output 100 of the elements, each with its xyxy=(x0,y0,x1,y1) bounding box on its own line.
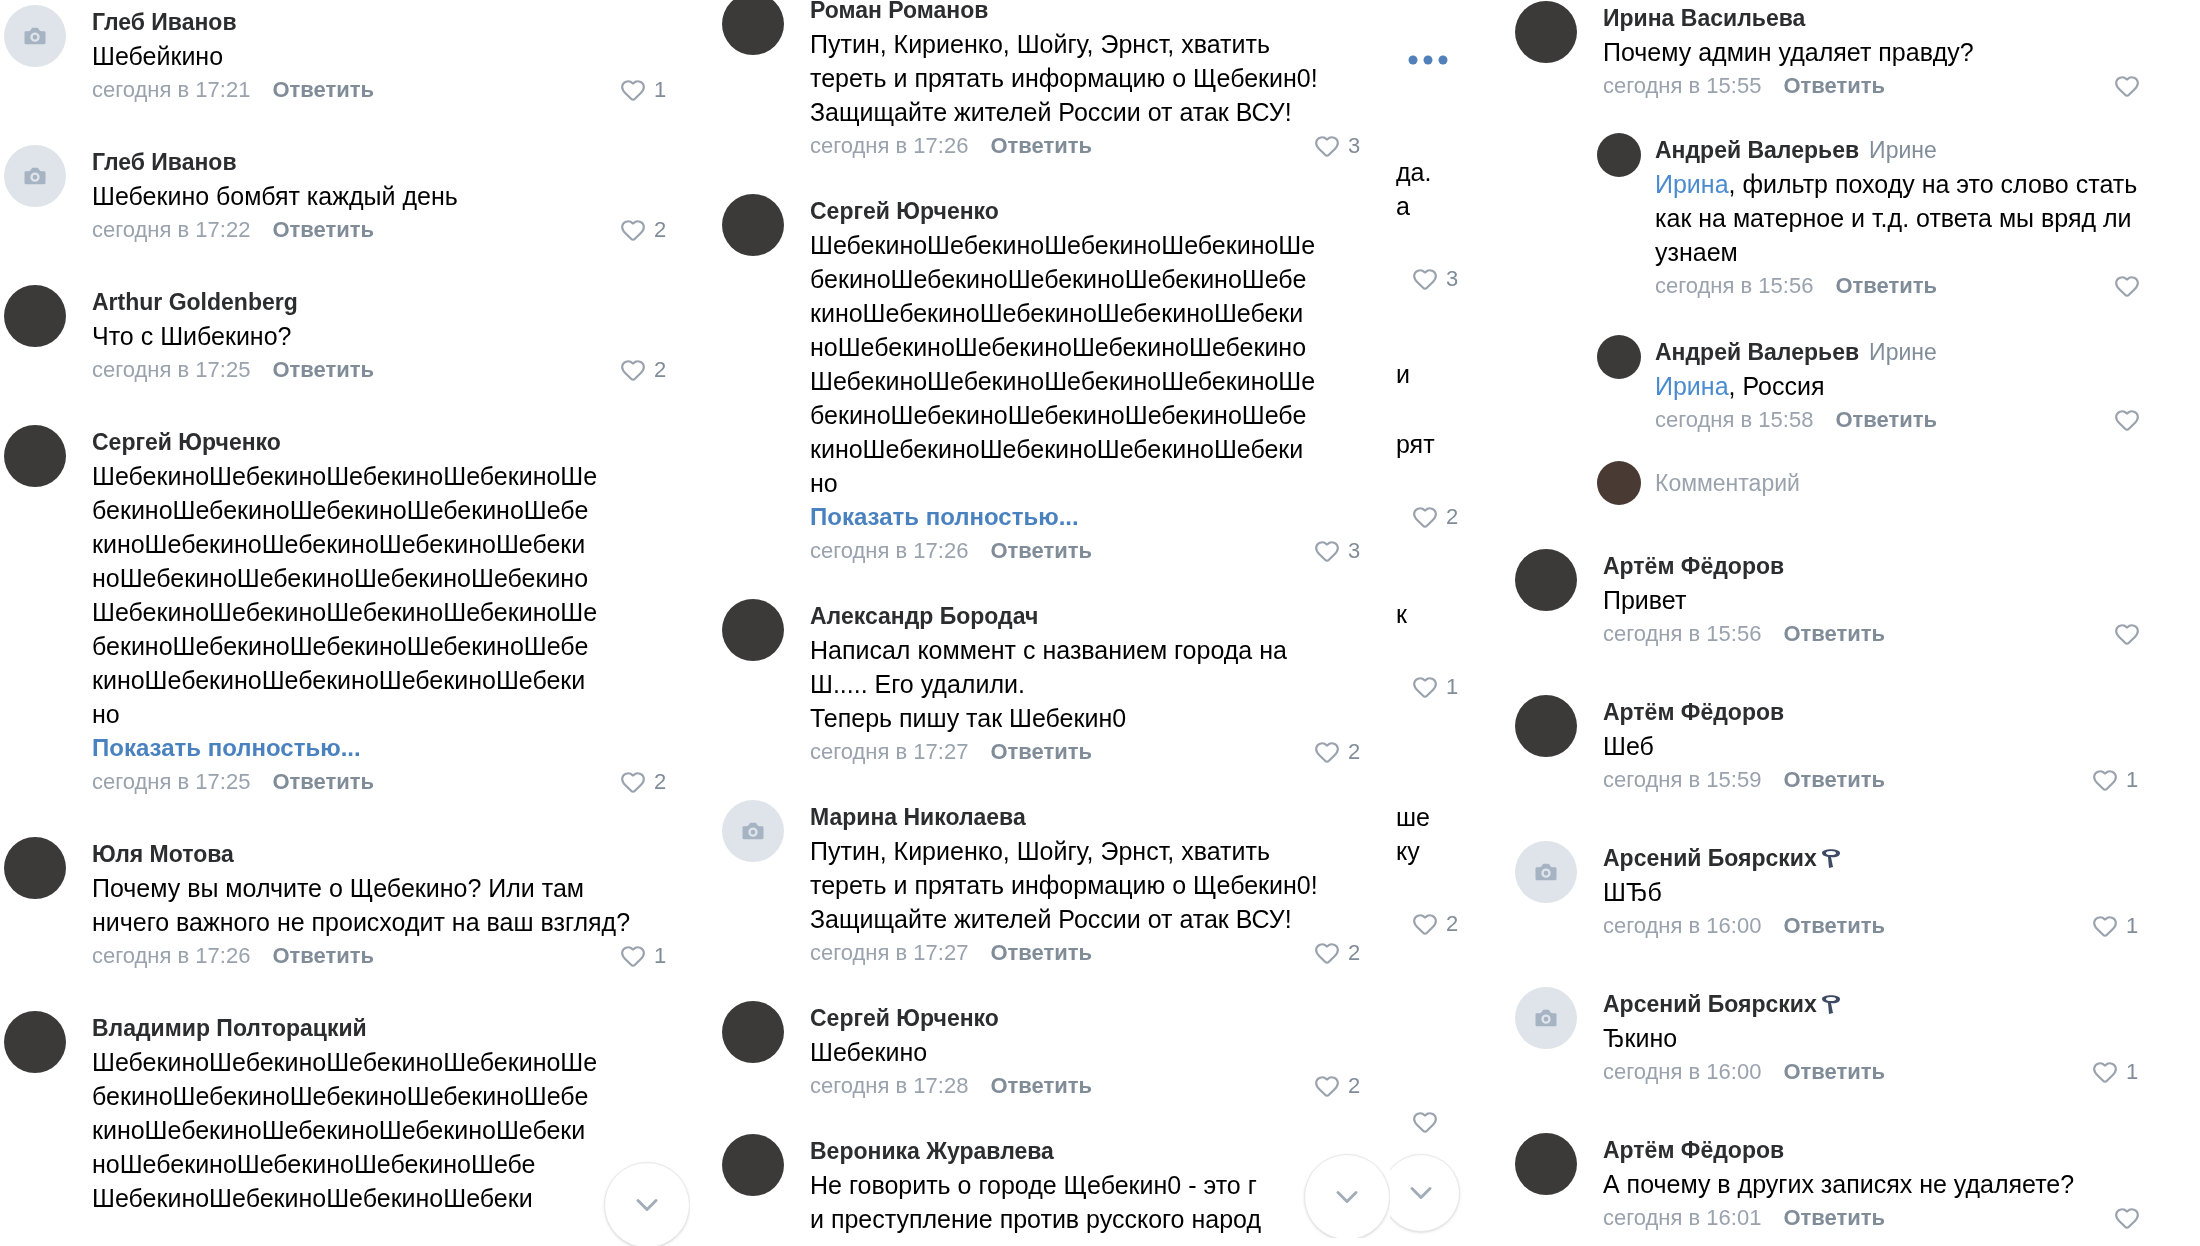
reply-button[interactable]: Ответить xyxy=(1783,1201,1886,1235)
reply-button[interactable]: Ответить xyxy=(1783,69,1886,103)
comment-author[interactable]: Александр Бородач xyxy=(810,599,1039,633)
comment-text: Шебекино бомбят каждый день xyxy=(92,181,458,212)
comment-author[interactable]: Роман Романов xyxy=(810,0,989,27)
like-icon[interactable] xyxy=(1314,940,1340,966)
like-icon[interactable] xyxy=(2114,407,2140,433)
comment-time: сегодня в 17:26 xyxy=(810,132,969,160)
comment-author[interactable]: Андрей Валерьев xyxy=(1655,335,1860,369)
like-icon[interactable] xyxy=(620,769,646,795)
comment-author[interactable]: Глеб Иванов xyxy=(92,145,237,179)
avatar-photo xyxy=(1597,133,1641,177)
like-icon[interactable] xyxy=(2114,73,2140,99)
like-icon[interactable] xyxy=(2092,913,2118,939)
reply-button[interactable]: Ответить xyxy=(1835,269,1938,303)
cut-text-fragment: к xyxy=(1396,599,1407,630)
comment-author[interactable]: Марина Николаева xyxy=(810,800,1026,834)
reply-button[interactable]: Ответить xyxy=(272,939,375,973)
comment-author[interactable]: Сергей Юрченко xyxy=(810,194,999,228)
like-icon[interactable] xyxy=(1314,538,1340,564)
reply-button[interactable]: Ответить xyxy=(272,73,375,107)
comment-input[interactable]: Комментарий xyxy=(1655,465,2140,501)
comment-author[interactable]: Владимир Полторацкий xyxy=(92,1011,367,1045)
comment-text: Шебейкино xyxy=(92,41,224,72)
comment-author[interactable]: Артём Фёдоров xyxy=(1603,695,1785,729)
comment-text: Почему вы молчите о Щебекино? Или там ничего важного не происходит на ваш взгляд? xyxy=(92,873,632,938)
like-icon[interactable] xyxy=(1412,1109,1438,1135)
reply-button[interactable]: Ответить xyxy=(990,534,1093,568)
like-icon[interactable] xyxy=(1314,133,1340,159)
comment-time: сегодня в 16:00 xyxy=(1603,912,1762,940)
like-count: 3 xyxy=(1348,132,1362,160)
show-more-link[interactable]: Показать полностью... xyxy=(92,731,668,765)
comment-author[interactable]: Вероника Журавлева xyxy=(810,1134,1054,1168)
like-icon[interactable] xyxy=(2114,273,2140,299)
like-icon[interactable] xyxy=(2114,1205,2140,1231)
like-count: 3 xyxy=(1446,265,1460,293)
comment-time: сегодня в 16:01 xyxy=(1603,1204,1762,1232)
like-icon[interactable] xyxy=(620,357,646,383)
avatar-photo xyxy=(722,0,784,55)
comment-text: Путин, Кириенко, Шойгу, Эрнст, хватить тереть и прятать информацию о Щебекин0! Защищайте жителей России от атак ВСУ! xyxy=(810,836,1318,935)
reply-button[interactable]: Ответить xyxy=(1783,763,1886,797)
reply-to-label: Ирине xyxy=(1869,136,1937,165)
comment-author[interactable]: Артём Фёдоров xyxy=(1603,1133,1785,1167)
comment-time: сегодня в 15:59 xyxy=(1603,766,1762,794)
comment-text: ШЂб xyxy=(1603,877,1662,908)
comment-text: ШебекиноШебекиноШебекиноШебекиноШе бекиноШебекиноШебекиноШебекиноШебе киноШебекиноШебекиноШебекиноШебеки ноШебекиноШебекиноШебекиноШебекино ШебекиноШебекиноШебекиноШебекиноШе бекиноШебекиноШебекиноШебекиноШебе киноШебекиноШебекиноШебекиноШебеки но xyxy=(92,461,598,730)
avatar-photo xyxy=(1597,335,1641,379)
comment-author[interactable]: Глеб Иванов xyxy=(92,5,237,39)
like-icon[interactable] xyxy=(620,77,646,103)
show-more-link[interactable]: Показать полностью... xyxy=(810,500,1362,534)
reply-button[interactable]: Ответить xyxy=(272,213,375,247)
comment-author[interactable]: Сергей Юрченко xyxy=(810,1001,999,1035)
like-count: 2 xyxy=(654,768,668,796)
like-count: 2 xyxy=(654,356,668,384)
comment-time: сегодня в 17:28 xyxy=(810,1072,969,1100)
comment-time: сегодня в 17:25 xyxy=(92,356,251,384)
like-icon[interactable] xyxy=(2114,621,2140,647)
like-icon[interactable] xyxy=(1314,1073,1340,1099)
like-icon[interactable] xyxy=(620,217,646,243)
comment-text: Ђкино xyxy=(1603,1023,1678,1054)
like-count: 1 xyxy=(654,76,668,104)
comment-author[interactable]: Юля Мотова xyxy=(92,837,234,871)
reply-button[interactable]: Ответить xyxy=(272,765,375,799)
reply-button[interactable]: Ответить xyxy=(990,936,1093,970)
like-count: 1 xyxy=(1446,673,1460,701)
reply-button[interactable]: Ответить xyxy=(990,1069,1093,1103)
reply-button[interactable]: Ответить xyxy=(1783,617,1886,651)
comment-author[interactable]: Сергей Юрченко xyxy=(92,425,281,459)
like-icon[interactable] xyxy=(620,943,646,969)
comment-text: ШебекиноШебекиноШебекиноШебекиноШе бекиноШебекиноШебекиноШебекиноШебе киноШебекиноШебекиноШебекиноШебеки ноШебекиноШебекиноШебекиноШебекино ШебекиноШебекиноШебекиноШебекиноШе бекиноШебекиноШебекиноШебекиноШебе киноШебекиноШебекиноШебекиноШебеки но xyxy=(810,230,1316,499)
comment-author[interactable]: Ирина Васильева xyxy=(1603,1,1806,35)
comment-time: сегодня в 17:25 xyxy=(92,768,251,796)
comment-text: ШебекиноШебекиноШебекиноШебекиноШе бекиноШебекиноШебекиноШебекиноШебе киноШебекиноШебекиноШебекиноШебеки ноШебекиноШебекиноШебекиноШебе ШебекиноШебекиноШебекиноШебеки xyxy=(92,1047,598,1214)
reply-button[interactable]: Ответить xyxy=(990,735,1093,769)
comment-text: Ирина, фильтр походу на это слово стать как на матерное и т.д. ответа мы вряд ли узнаем xyxy=(1655,169,2139,268)
reply-button[interactable]: Ответить xyxy=(1783,909,1886,943)
comment-time: сегодня в 17:21 xyxy=(92,76,251,104)
reply-button[interactable]: Ответить xyxy=(272,353,375,387)
like-count: 2 xyxy=(1446,910,1460,938)
like-count: 2 xyxy=(1348,738,1362,766)
like-icon[interactable] xyxy=(2092,1059,2118,1085)
like-icon[interactable] xyxy=(1314,739,1340,765)
comment-author[interactable]: Арсений Боярских xyxy=(1603,841,1817,875)
comment-author[interactable]: Арсений Боярских xyxy=(1603,987,1817,1021)
comment-time: сегодня в 17:22 xyxy=(92,216,251,244)
cut-text-fragment: рят xyxy=(1396,429,1435,460)
comment-time: сегодня в 17:26 xyxy=(810,537,969,565)
comment-time: сегодня в 15:55 xyxy=(1603,72,1762,100)
comment-author[interactable]: Артём Фёдоров xyxy=(1603,549,1785,583)
mention-link[interactable]: Ирина xyxy=(1655,170,1729,198)
like-count: 1 xyxy=(2126,912,2140,940)
mention-link[interactable]: Ирина xyxy=(1655,372,1729,400)
comment-author[interactable]: Arthur Goldenberg xyxy=(92,285,298,319)
reply-button[interactable]: Ответить xyxy=(990,129,1093,163)
reply-button[interactable]: Ответить xyxy=(1835,403,1938,437)
like-count: 1 xyxy=(654,942,668,970)
like-icon[interactable] xyxy=(2092,767,2118,793)
comment-author[interactable]: Андрей Валерьев xyxy=(1655,133,1860,167)
reply-button[interactable]: Ответить xyxy=(1783,1055,1886,1089)
more-icon[interactable] xyxy=(1408,55,1448,65)
